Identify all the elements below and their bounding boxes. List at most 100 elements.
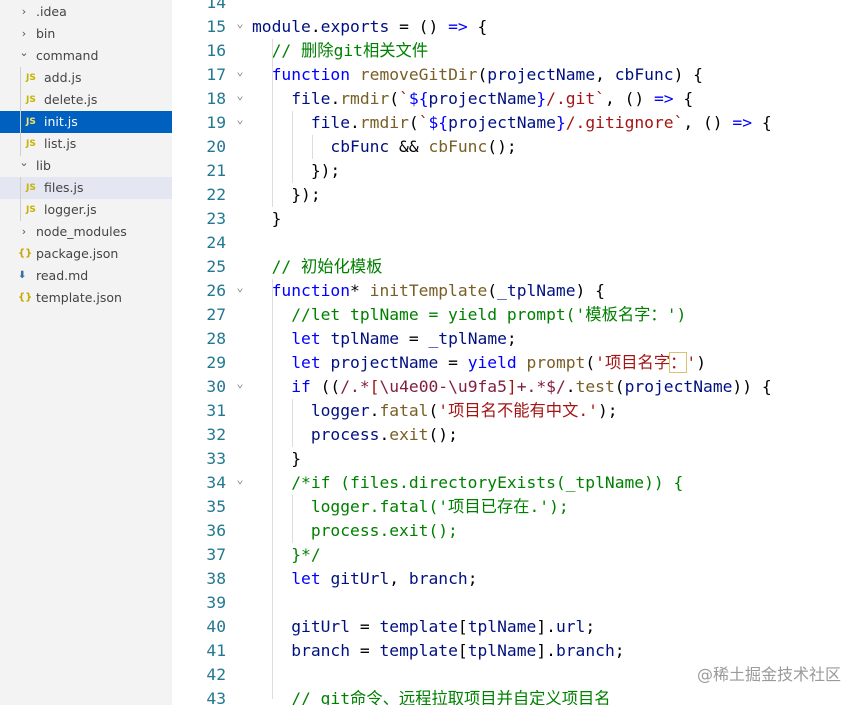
code-text: //let tplName = yield prompt('模板名字：') (252, 303, 686, 327)
code-line[interactable]: 15 ⌄ module.exports = () => { (172, 15, 863, 39)
code-token: , () (683, 113, 733, 132)
line-number: 20 (206, 137, 226, 156)
code-token: _tplName (497, 281, 576, 300)
code-editor[interactable]: 14 15 ⌄ module.exports = () => {16 // 删除git… (172, 0, 863, 705)
code-token: } (555, 113, 566, 132)
code-line[interactable]: 35 logger.fatal('项目已存在.'); (172, 495, 863, 519)
line-number: 37 (206, 545, 226, 564)
tree-item--idea[interactable]: › .idea (0, 1, 172, 23)
fold-chevron-icon[interactable]: ⌄ (232, 371, 248, 395)
code-token: initTemplate (369, 281, 488, 300)
code-token: , () (604, 89, 654, 108)
code-text: // 初始化模板 (252, 255, 383, 279)
code-line[interactable]: 29 let projectName = yield prompt('项目名字：… (172, 351, 863, 375)
indent-guide (272, 279, 273, 699)
code-line[interactable]: 20 cbFunc && cbFunc(); (172, 135, 863, 159)
code-line[interactable]: 16 // 删除git相关文件 (172, 39, 863, 63)
chevron-down-icon[interactable]: ⌄ (18, 42, 30, 64)
tree-item-label: delete.js (44, 92, 98, 107)
tree-item-template-json[interactable]: {} template.json (0, 287, 172, 309)
code-token: . (379, 425, 390, 444)
code-line[interactable]: 18 ⌄ file.rmdir(`${projectName}/.git`, ()… (172, 87, 863, 111)
code-token: module (252, 17, 311, 36)
code-line[interactable]: 40 gitUrl = template[tplName].url; (172, 615, 863, 639)
code-line[interactable]: 21 }); (172, 159, 863, 183)
code-token: tplName (330, 329, 400, 348)
code-token: ); (597, 401, 618, 420)
code-line[interactable]: 24 (172, 231, 863, 255)
code-token: template (379, 617, 458, 636)
code-line[interactable]: 37 }*/ (172, 543, 863, 567)
fold-chevron-icon[interactable]: ⌄ (232, 11, 248, 35)
code-line[interactable]: 38 let gitUrl, branch; (172, 567, 863, 591)
indent-guide (292, 111, 293, 183)
code-line[interactable]: 23 } (172, 207, 863, 231)
tree-item-package-json[interactable]: {} package.json (0, 243, 172, 265)
fold-chevron-icon[interactable]: ⌄ (232, 467, 248, 491)
code-token: gitUrl (291, 617, 351, 636)
chevron-right-icon[interactable]: › (18, 221, 30, 243)
tree-item-command[interactable]: ⌄ command (0, 45, 172, 67)
fold-chevron-icon[interactable]: ⌄ (232, 275, 248, 299)
code-token: projectName (624, 377, 733, 396)
tree-item-node-modules[interactable]: › node_modules (0, 221, 172, 243)
code-text: logger.fatal('项目名不能有中文.'); (252, 399, 618, 423)
code-token: ; (614, 641, 625, 660)
fold-chevron-icon[interactable]: ⌄ (232, 59, 248, 83)
line-number: 19 (206, 113, 226, 132)
code-line[interactable]: 32 process.exit(); (172, 423, 863, 447)
code-token: [ (457, 617, 468, 636)
code-line[interactable]: 22 }); (172, 183, 863, 207)
code-text: // 删除git相关文件 (252, 39, 429, 63)
fold-chevron-icon[interactable]: ⌄ (232, 107, 248, 131)
code-token: removeGitDir (359, 65, 478, 84)
tree-item-label: command (36, 48, 99, 63)
tree-item-read-md[interactable]: ⬇ read.md (0, 265, 172, 287)
code-line[interactable]: 19 ⌄ file.rmdir(`${projectName}/.gitignor… (172, 111, 863, 135)
code-token: \u4e00-\u9fa5 (379, 377, 507, 396)
code-line[interactable]: 41 branch = template[tplName].branch; (172, 639, 863, 663)
watermark: @稀土掘金技术社区 (696, 665, 841, 684)
tree-item-delete-js[interactable]: JS delete.js (0, 89, 172, 111)
fold-chevron-icon[interactable]: ⌄ (232, 83, 248, 107)
tree-item-logger-js[interactable]: JS logger.js (0, 199, 172, 221)
code-token: exports (320, 17, 390, 36)
code-line[interactable]: 26 ⌄ function* initTemplate(_tplName) { (172, 279, 863, 303)
code-token: rmdir (359, 113, 409, 132)
chevron-right-icon[interactable]: › (18, 1, 30, 23)
code-token: }*/ (291, 545, 321, 564)
tree-item-init-js[interactable]: JS init.js (0, 111, 172, 133)
code-token: [ (369, 377, 380, 396)
code-token: // 初始化模板 (271, 257, 383, 276)
code-line[interactable]: 36 process.exit(); (172, 519, 863, 543)
code-line[interactable]: 17 ⌄ function removeGitDir(projectName, c… (172, 63, 863, 87)
code-token: if (291, 377, 311, 396)
code-line[interactable]: 14 (172, 0, 863, 15)
code-line[interactable]: 27 //let tplName = yield prompt('模板名字：') (172, 303, 863, 327)
code-line[interactable]: 34 ⌄ /*if (files.directoryExists(_tplName… (172, 471, 863, 495)
code-token: . (310, 17, 321, 36)
indent-guide (20, 177, 21, 221)
code-line[interactable]: 31 logger.fatal('项目名不能有中文.'); (172, 399, 863, 423)
code-token: test (575, 377, 615, 396)
code-token: url (555, 617, 586, 636)
code-line[interactable]: 28 let tplName = _tplName; (172, 327, 863, 351)
code-line[interactable]: 25 // 初始化模板 (172, 255, 863, 279)
file-explorer: › .idea › bin ⌄ command JS add.js JS delete.js JS i… (0, 0, 172, 705)
code-line[interactable]: 43 // git命令、远程拉取项目并自定义项目名 (172, 687, 863, 705)
tree-item-add-js[interactable]: JS add.js (0, 67, 172, 89)
tree-item-files-js[interactable]: JS files.js (0, 177, 172, 199)
code-line[interactable]: 39 (172, 591, 863, 615)
code-token: ) (696, 353, 707, 372)
code-text: }); (252, 159, 340, 183)
code-line[interactable]: 33 } (172, 447, 863, 471)
code-line[interactable]: 30 ⌄ if ((/.*[\u4e00-\u9fa5]+.*$/.test(pr… (172, 375, 863, 399)
code-token: = () (389, 17, 449, 36)
tree-item-lib[interactable]: ⌄ lib (0, 155, 172, 177)
json-file-icon: {} (18, 292, 33, 303)
